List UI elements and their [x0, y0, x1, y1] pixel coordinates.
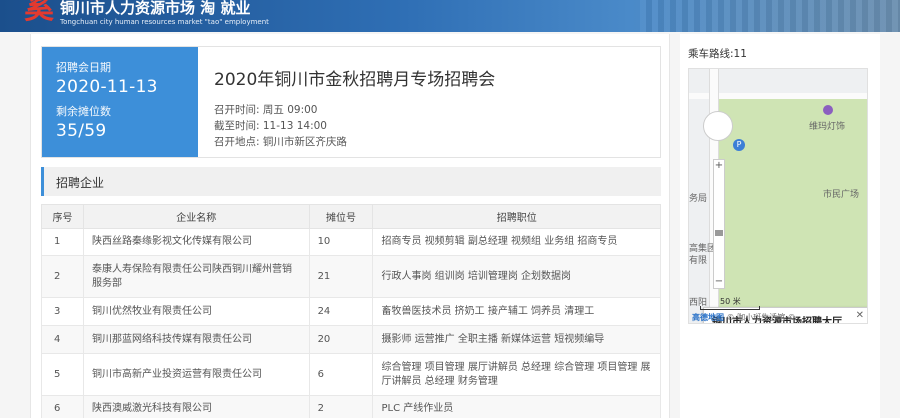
map-zoom-slider[interactable]: + −: [713, 159, 725, 289]
zoom-knob[interactable]: [715, 230, 723, 236]
map-park-area: [717, 99, 867, 311]
row-booth: 20: [308, 325, 374, 354]
map-view[interactable]: 维玛灯饰 市民广场 务局 高集团 有限 西阳 P + − 铜川市人力资源市场招聘…: [688, 68, 868, 324]
logo-icon: 奚: [24, 0, 54, 26]
row-company[interactable]: 铜川那蓝网络科技传媒有限责任公司: [82, 325, 310, 354]
row-no: 5: [41, 353, 84, 396]
map-scale-bar: [700, 306, 760, 310]
table-header-row: 序号 企业名称 摊位号 招聘职位: [41, 204, 661, 229]
row-booth: 21: [308, 255, 374, 298]
bus-route: 乘车路线:11: [688, 48, 747, 60]
map-pan-control[interactable]: [703, 111, 733, 141]
zoom-in-icon[interactable]: +: [714, 160, 724, 172]
booths-label: 剩余摊位数: [56, 105, 111, 118]
location: 召开地点: 铜川市新区齐庆路: [214, 136, 347, 148]
fair-name: 2020年铜川市金秋招聘月专场招聘会: [214, 70, 496, 90]
open-time: 召开时间: 周五 09:00: [214, 104, 318, 116]
row-no: 4: [41, 325, 84, 354]
table-row[interactable]: 2 泰康人寿保险有限责任公司陕西铜川耀州营销服务部 21 行政人事岗 组训岗 培…: [41, 255, 661, 298]
row-company[interactable]: 铜川优然牧业有限责任公司: [82, 297, 310, 326]
enterprise-table: 序号 企业名称 摊位号 招聘职位 1 陕西丝路秦缘影视文化传媒有限公司 10 招…: [41, 204, 661, 418]
amap-logo: 高德地图: [692, 313, 724, 322]
col-header-booth: 摊位号: [308, 204, 374, 229]
map-label: 务局: [689, 194, 708, 204]
section-header: 招聘企业: [41, 167, 661, 196]
map-attribution: 高德地图 © 咖小斑生活馆 ©: [692, 312, 796, 323]
fair-card: 招聘会日期 2020-11-13 剩余摊位数 35/59 2020年铜川市金秋招…: [41, 46, 661, 158]
site-title: 铜川市人力资源市场 淘 就业: [60, 0, 251, 17]
row-booth: 2: [308, 395, 374, 418]
table-row[interactable]: 1 陕西丝路秦缘影视文化传媒有限公司 10 招商专员 视频剪辑 副总经理 视频组…: [41, 228, 661, 256]
row-positions: PLC 产线作业员: [372, 395, 661, 418]
row-company[interactable]: 铜川市高新产业投资运营有限责任公司: [82, 353, 310, 396]
zoom-out-icon[interactable]: −: [714, 276, 724, 288]
table-row[interactable]: 3 铜川优然牧业有限责任公司 24 畜牧兽医技术员 挤奶工 接产辅工 饲养员 清…: [41, 297, 661, 326]
row-no: 6: [41, 395, 84, 418]
row-positions: 摄影师 运营推广 全职主播 新媒体运营 短视频编导: [372, 325, 661, 354]
table-row[interactable]: 4 铜川那蓝网络科技传媒有限责任公司 20 摄影师 运营推广 全职主播 新媒体运…: [41, 325, 661, 354]
attribution-text: © 咖小斑生活馆 ©: [726, 313, 796, 322]
row-booth: 10: [308, 228, 374, 256]
row-positions: 综合管理 项目管理 展厅讲解员 总经理 综合管理 项目管理 展厅讲解员 总经理 …: [372, 353, 661, 396]
fair-info: 2020年铜川市金秋招聘月专场招聘会 召开时间: 周五 09:00 截至时间: …: [214, 65, 654, 150]
map-label: 有限: [689, 256, 708, 266]
map-label: 市民广场: [823, 190, 860, 200]
site-subtitle: Tongchuan city human resources market "t…: [60, 18, 269, 26]
row-positions: 畜牧兽医技术员 挤奶工 接产辅工 饲养员 清理工: [372, 297, 661, 326]
fair-date: 2020-11-13: [56, 77, 158, 97]
row-positions: 招商专员 视频剪辑 副总经理 视频组 业务组 招商专员: [372, 228, 661, 256]
map-footer: 50 米 高德地图 © 咖小斑生活馆 ©: [688, 296, 868, 324]
row-positions: 行政人事岗 组训岗 培训管理岗 企划数据岗: [372, 255, 661, 298]
row-booth: 24: [308, 297, 374, 326]
main-panel: 招聘会日期 2020-11-13 剩余摊位数 35/59 2020年铜川市金秋招…: [30, 34, 670, 418]
table-row[interactable]: 6 陕西澳威激光科技有限公司 2 PLC 产线作业员: [41, 395, 661, 418]
table-row[interactable]: 5 铜川市高新产业投资运营有限责任公司 6 综合管理 项目管理 展厅讲解员 总经…: [41, 353, 661, 396]
col-header-positions: 招聘职位: [372, 204, 661, 229]
booths-count: 35/59: [56, 121, 107, 141]
row-no: 2: [41, 255, 84, 298]
row-booth: 6: [308, 353, 374, 396]
section-title: 招聘企业: [56, 176, 105, 190]
row-company[interactable]: 陕西丝路秦缘影视文化传媒有限公司: [82, 228, 310, 256]
parking-icon[interactable]: P: [733, 139, 745, 151]
row-company[interactable]: 泰康人寿保险有限责任公司陕西铜川耀州营销服务部: [82, 255, 310, 298]
fair-date-block: 招聘会日期 2020-11-13 剩余摊位数 35/59: [42, 47, 198, 157]
poi-marker-icon[interactable]: [823, 105, 833, 115]
skyline-decoration: [640, 0, 900, 32]
deadline: 截至时间: 11-13 14:00: [214, 120, 327, 132]
col-header-name: 企业名称: [82, 204, 310, 229]
col-header-no: 序号: [41, 204, 84, 229]
date-label: 招聘会日期: [56, 61, 111, 74]
row-no: 1: [41, 228, 84, 256]
row-no: 3: [41, 297, 84, 326]
map-label: 维玛灯饰: [809, 122, 846, 132]
row-company[interactable]: 陕西澳威激光科技有限公司: [82, 395, 310, 418]
header-banner: 奚 铜川市人力资源市场 淘 就业 Tongchuan city human re…: [0, 0, 900, 32]
sidebar: 乘车路线:11 维玛灯饰 市民广场 务局 高集团 有限 西阳 P + − 铜川市…: [680, 34, 880, 418]
